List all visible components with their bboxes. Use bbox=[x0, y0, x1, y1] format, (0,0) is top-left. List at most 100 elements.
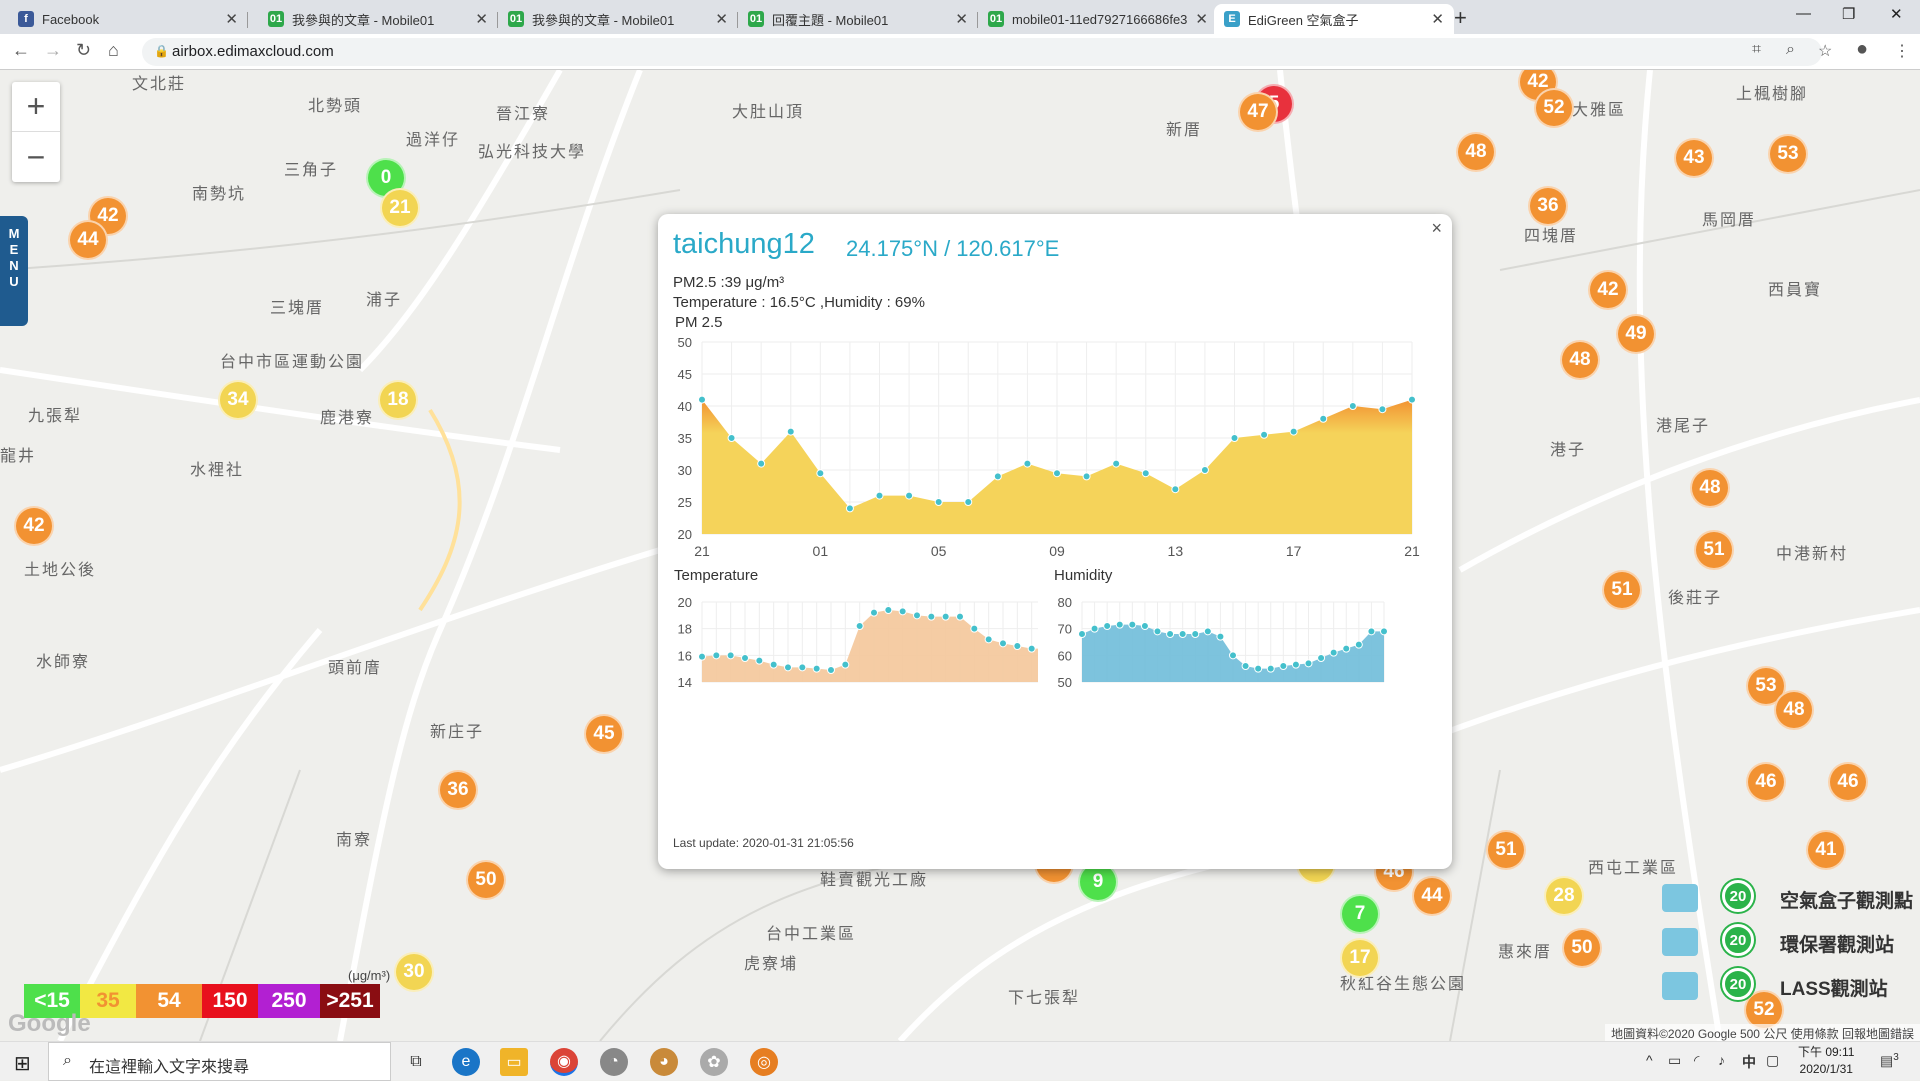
airbox-marker[interactable]: 36 bbox=[1528, 186, 1568, 226]
close-window-icon[interactable]: ✕ bbox=[1890, 5, 1903, 23]
more-menu-icon[interactable]: ⋮ bbox=[1894, 41, 1910, 61]
data-point[interactable] bbox=[1229, 651, 1237, 660]
data-point[interactable] bbox=[913, 611, 921, 620]
airbox-marker[interactable]: 41 bbox=[1806, 830, 1846, 870]
close-tab-icon[interactable]: ✕ bbox=[1431, 10, 1444, 28]
data-point[interactable] bbox=[1329, 648, 1338, 657]
tray-chevron-icon[interactable]: ^ bbox=[1646, 1052, 1653, 1068]
data-point[interactable] bbox=[1171, 485, 1180, 494]
data-point[interactable] bbox=[1023, 459, 1032, 468]
data-point[interactable] bbox=[999, 639, 1007, 648]
data-point[interactable] bbox=[798, 663, 807, 672]
data-point[interactable] bbox=[934, 498, 943, 506]
airbox-marker[interactable]: 50 bbox=[1562, 928, 1602, 968]
data-point[interactable] bbox=[1289, 427, 1298, 436]
data-point[interactable] bbox=[1378, 405, 1387, 414]
data-point[interactable] bbox=[1367, 627, 1376, 636]
close-tab-icon[interactable]: ✕ bbox=[475, 10, 488, 28]
data-point[interactable] bbox=[841, 660, 850, 669]
data-point[interactable] bbox=[1380, 627, 1388, 636]
profile-avatar-icon[interactable]: ● bbox=[1856, 38, 1868, 61]
data-point[interactable] bbox=[1053, 469, 1061, 478]
data-point[interactable] bbox=[1241, 662, 1250, 670]
airbox-marker[interactable]: 30 bbox=[394, 952, 434, 992]
data-point[interactable] bbox=[1191, 630, 1200, 638]
airbox-marker[interactable]: 21 bbox=[380, 188, 420, 228]
data-point[interactable] bbox=[1291, 660, 1300, 669]
data-point[interactable] bbox=[757, 459, 766, 468]
data-point[interactable] bbox=[1266, 664, 1275, 673]
airbox-marker[interactable]: 42 bbox=[14, 506, 54, 546]
data-point[interactable] bbox=[941, 612, 950, 621]
airbox-marker[interactable]: 44 bbox=[68, 220, 108, 260]
data-point[interactable] bbox=[1082, 472, 1091, 481]
data-point[interactable] bbox=[1128, 620, 1137, 629]
app-icon-3[interactable]: ✿ bbox=[700, 1048, 728, 1076]
data-point[interactable] bbox=[870, 608, 878, 617]
airbox-marker[interactable]: 52 bbox=[1534, 88, 1574, 128]
airbox-marker[interactable]: 51 bbox=[1602, 570, 1642, 610]
data-point[interactable] bbox=[1166, 630, 1175, 638]
close-popup-button[interactable]: × bbox=[1431, 218, 1442, 239]
data-point[interactable] bbox=[726, 651, 735, 660]
data-point[interactable] bbox=[884, 606, 893, 614]
airbox-marker[interactable]: 28 bbox=[1544, 876, 1584, 916]
task-view-icon[interactable]: ⧉ bbox=[402, 1048, 430, 1076]
data-point[interactable] bbox=[993, 472, 1002, 481]
data-point[interactable] bbox=[1078, 630, 1086, 638]
reload-icon[interactable]: ↻ bbox=[76, 40, 91, 61]
airbox-marker[interactable]: 18 bbox=[378, 380, 418, 420]
data-point[interactable] bbox=[1090, 624, 1099, 633]
airbox-marker[interactable]: 7 bbox=[1340, 894, 1380, 934]
data-point[interactable] bbox=[1103, 622, 1112, 630]
back-icon[interactable]: ← bbox=[12, 40, 30, 61]
data-point[interactable] bbox=[1354, 640, 1363, 649]
airbox-marker[interactable]: 45 bbox=[584, 714, 624, 754]
data-point[interactable] bbox=[905, 491, 914, 500]
airbox-marker[interactable]: 34 bbox=[218, 380, 258, 420]
data-point[interactable] bbox=[1348, 402, 1357, 410]
airbox-marker[interactable]: 47 bbox=[1238, 92, 1278, 132]
airbox-marker[interactable]: 50 bbox=[466, 860, 506, 900]
airbox-marker[interactable]: 53 bbox=[1768, 134, 1808, 174]
airbox-marker[interactable]: 46 bbox=[1828, 762, 1868, 802]
zoom-out-button[interactable]: − bbox=[12, 132, 60, 182]
data-point[interactable] bbox=[845, 504, 854, 513]
zoom-icon[interactable]: ⌕ bbox=[1786, 41, 1795, 59]
minimize-icon[interactable]: — bbox=[1796, 5, 1811, 22]
taskbar-search-input[interactable]: ⌕ 在這裡輸入文字來搜尋 bbox=[48, 1042, 391, 1081]
airbox-marker[interactable]: 48 bbox=[1560, 340, 1600, 380]
airbox-marker[interactable]: 46 bbox=[1746, 762, 1786, 802]
data-point[interactable] bbox=[875, 491, 884, 500]
data-point[interactable] bbox=[812, 664, 821, 673]
close-tab-icon[interactable]: ✕ bbox=[225, 10, 238, 28]
data-point[interactable] bbox=[1408, 395, 1416, 404]
zoom-in-button[interactable]: + bbox=[12, 82, 60, 132]
data-point[interactable] bbox=[727, 434, 736, 442]
system-clock[interactable]: 下午 09:11 2020/1/31 bbox=[1798, 1044, 1854, 1078]
address-bar[interactable]: 🔒 airbox.edimaxcloud.com bbox=[142, 38, 1822, 66]
airbox-marker[interactable]: 17 bbox=[1340, 938, 1380, 978]
ime-indicator[interactable]: 中 bbox=[1742, 1052, 1756, 1072]
data-point[interactable] bbox=[816, 469, 825, 478]
airbox-marker[interactable]: 48 bbox=[1690, 468, 1730, 508]
data-point[interactable] bbox=[1342, 644, 1351, 653]
browser-tab[interactable]: 01 我參與的文章 - Mobile01 ✕ bbox=[258, 4, 498, 34]
data-point[interactable] bbox=[1230, 434, 1239, 442]
browser-tab[interactable]: E EdiGreen 空氣盒子 ✕ bbox=[1214, 4, 1454, 34]
data-point[interactable] bbox=[755, 656, 764, 665]
airbox-marker[interactable]: 44 bbox=[1412, 876, 1452, 916]
data-point[interactable] bbox=[898, 607, 907, 616]
data-point[interactable] bbox=[712, 651, 721, 660]
data-point[interactable] bbox=[1260, 430, 1269, 439]
data-point[interactable] bbox=[827, 666, 835, 674]
data-point[interactable] bbox=[1112, 459, 1121, 468]
data-point[interactable] bbox=[927, 612, 936, 621]
data-point[interactable] bbox=[855, 622, 864, 630]
data-point[interactable] bbox=[1013, 642, 1022, 650]
windows-start-icon[interactable]: ⊞ bbox=[14, 1051, 31, 1076]
bookmark-star-icon[interactable]: ☆ bbox=[1818, 41, 1832, 61]
home-icon[interactable]: ⌂ bbox=[108, 40, 119, 61]
browser-tab[interactable]: f Facebook ✕ bbox=[8, 4, 248, 34]
airbox-marker[interactable]: 49 bbox=[1616, 314, 1656, 354]
